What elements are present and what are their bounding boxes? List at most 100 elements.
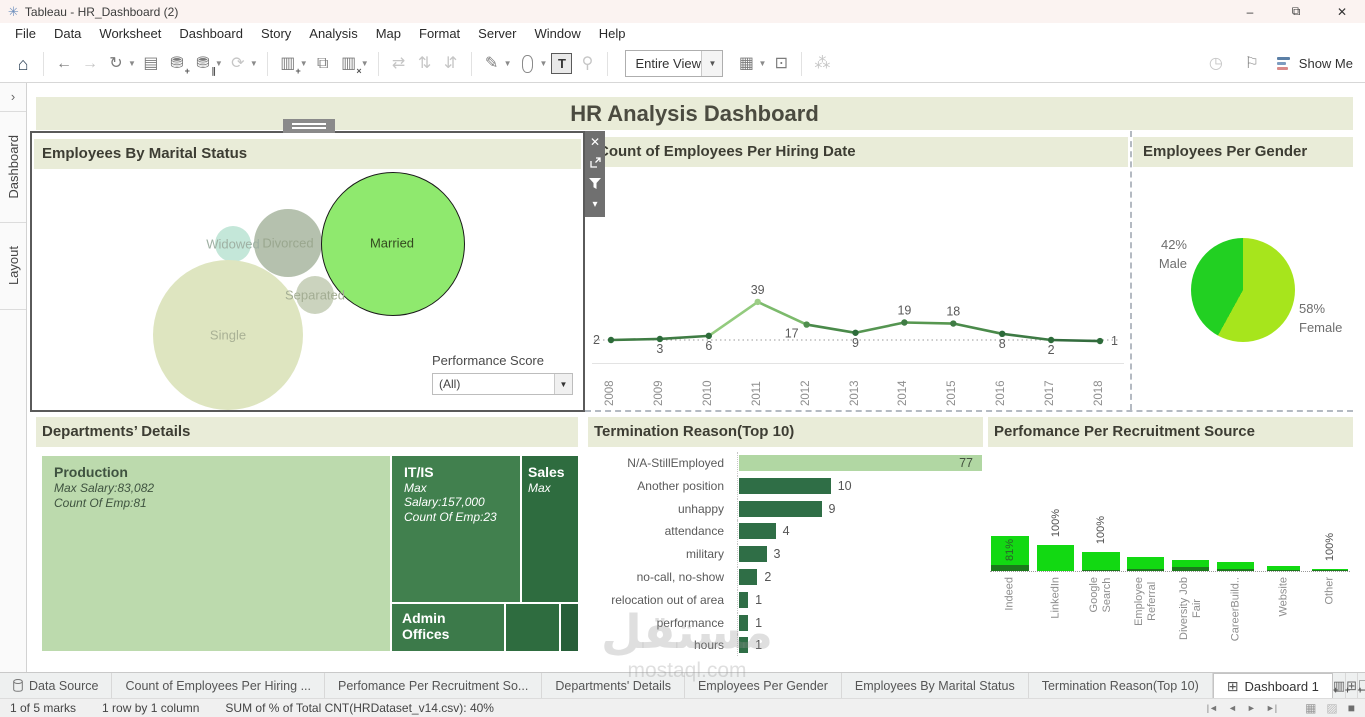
menu-item-server[interactable]: Server (469, 23, 525, 45)
sheet-tab-perfomance-per-recruitment-so[interactable]: Perfomance Per Recruitment So... (325, 673, 542, 698)
restore-button[interactable]: ⧉ (1273, 0, 1319, 23)
data-point-2014[interactable] (901, 319, 907, 325)
sheet-tab-departments-details[interactable]: Departments' Details (542, 673, 685, 698)
bar-diversity-job-fair[interactable] (1172, 560, 1209, 571)
home-button[interactable]: ⌂ (12, 53, 34, 75)
tooltip-flag-icon[interactable]: ⚐ (1241, 53, 1263, 75)
page-nav-button[interactable]: ► (1247, 703, 1256, 713)
chevron-down-icon[interactable]: ▼ (554, 374, 572, 394)
menu-item-format[interactable]: Format (410, 23, 469, 45)
line-segment[interactable] (953, 324, 1002, 334)
close-button[interactable]: ✕ (1319, 0, 1365, 23)
sheet-tab-employees-per-gender[interactable]: Employees Per Gender (685, 673, 842, 698)
show-me-button[interactable]: Show Me (1277, 56, 1353, 71)
sheet-tab-data-source[interactable]: Data Source (0, 673, 112, 698)
back-arrow-button[interactable]: ← (53, 53, 75, 75)
line-segment[interactable] (709, 302, 758, 336)
view-mode-icon[interactable]: ■ (1348, 701, 1355, 715)
show-marks-button[interactable]: ▦▼ (735, 53, 766, 75)
treemap-cell-item[interactable] (561, 604, 578, 651)
show-mark-labels-button[interactable]: T (551, 53, 572, 74)
data-point-2018[interactable] (1097, 338, 1103, 344)
minimize-button[interactable]: – (1227, 0, 1273, 23)
pie-chart[interactable] (1191, 238, 1295, 342)
chevron-down-icon[interactable]: ▼ (701, 51, 722, 76)
chevron-down-icon[interactable]: ▼ (128, 59, 136, 68)
view-mode-icon[interactable]: ▨ (1326, 701, 1337, 715)
chevron-down-icon[interactable]: ▼ (215, 59, 223, 68)
bar-employee-referral[interactable] (1127, 557, 1164, 571)
paperclip-button[interactable]: ▼ (516, 55, 548, 73)
line-segment[interactable] (611, 339, 660, 340)
chevron-down-icon[interactable]: ▼ (250, 59, 258, 68)
line-segment[interactable] (856, 322, 905, 332)
pause-auto-updates-button[interactable]: ⛃∥▼ (192, 53, 223, 75)
save-button[interactable]: ▤ (140, 53, 162, 75)
new-worksheet-button[interactable]: ▥+▼ (277, 53, 308, 75)
presentation-mode-button[interactable]: ⊡ (770, 53, 792, 75)
chevron-down-icon[interactable]: ▼ (504, 59, 512, 68)
use-as-filter-button[interactable] (585, 173, 605, 194)
sheet-tab-termination-reason-top-10[interactable]: Termination Reason(Top 10) (1029, 673, 1213, 698)
bar-attendance[interactable] (739, 523, 776, 539)
line-segment[interactable] (1002, 334, 1051, 340)
sheet-tab-count-of-employees-per-hiring[interactable]: Count of Employees Per Hiring ... (112, 673, 325, 698)
treemap-cell-sales[interactable]: SalesMax (522, 456, 578, 602)
treemap-cell-item[interactable] (506, 604, 559, 651)
bar-other[interactable] (1312, 569, 1348, 571)
filter-dropdown[interactable]: (All) ▼ (432, 373, 573, 395)
bar-unhappy[interactable] (739, 501, 822, 517)
bar-website[interactable] (1267, 566, 1300, 571)
duplicate-sheet-button[interactable]: ⧉ (312, 53, 334, 75)
go-to-sheet-button[interactable] (585, 152, 605, 173)
sheet-tab-dashboard-1[interactable]: ⊞Dashboard 1 (1213, 673, 1333, 698)
sheet-tab-employees-by-marital-status[interactable]: Employees By Marital Status (842, 673, 1029, 698)
line-segment[interactable] (1051, 340, 1100, 341)
menu-item-dashboard[interactable]: Dashboard (170, 23, 252, 45)
panel-drag-handle[interactable] (283, 119, 335, 133)
data-point-2015[interactable] (950, 320, 956, 326)
line-segment[interactable] (758, 302, 807, 325)
bar-another-position[interactable] (739, 478, 831, 494)
page-nav-button[interactable]: |◄ (1207, 703, 1218, 713)
menu-item-help[interactable]: Help (590, 23, 635, 45)
bar-linkedin[interactable] (1037, 545, 1074, 571)
bar-relocation-out-of-area[interactable] (739, 592, 748, 608)
chevron-down-icon[interactable]: ▼ (540, 59, 548, 68)
chevron-down-icon[interactable]: ▼ (758, 59, 766, 68)
view-mode-icon[interactable]: ▦ (1305, 701, 1316, 715)
new-dashboard-button[interactable]: ⊞+ (1346, 673, 1358, 698)
bar-performance[interactable] (739, 615, 748, 631)
sidebar-tab-dashboard[interactable]: Dashboard (0, 112, 26, 222)
highlight-pen-button[interactable]: ✎▼ (481, 53, 512, 75)
treemap-cell-admin-offices[interactable]: Admin Offices (392, 604, 504, 651)
close-button[interactable]: ✕ (585, 131, 605, 152)
data-point-2008[interactable] (608, 337, 614, 343)
menu-item-story[interactable]: Story (252, 23, 300, 45)
bar-careerbuild[interactable] (1217, 562, 1254, 571)
fit-selector[interactable]: Entire View ▼ (625, 50, 723, 77)
menu-item-window[interactable]: Window (525, 23, 589, 45)
sidebar-tab-layout[interactable]: Layout (0, 223, 26, 309)
treemap-cell-it-is[interactable]: IT/ISMax Salary:157,000Count Of Emp:23 (392, 456, 520, 602)
line-segment[interactable] (660, 336, 709, 339)
sidebar-expand-chevron-icon[interactable]: › (0, 83, 26, 111)
more-options-button[interactable]: ▾ (585, 194, 605, 215)
bar-google-search[interactable] (1082, 552, 1120, 571)
page-nav-button[interactable]: ►| (1266, 703, 1277, 713)
new-story-button[interactable]: ❏+ (1358, 673, 1365, 698)
menu-item-map[interactable]: Map (367, 23, 410, 45)
bar-hours[interactable] (739, 637, 748, 653)
line-segment[interactable] (904, 322, 953, 323)
bar-no-call-no-show[interactable] (739, 569, 757, 585)
page-nav-button[interactable]: ◄ (1228, 703, 1237, 713)
menu-item-worksheet[interactable]: Worksheet (90, 23, 170, 45)
chevron-down-icon[interactable]: ▼ (300, 59, 308, 68)
bar-military[interactable] (739, 546, 767, 562)
bar-n-a-stillemployed[interactable] (739, 455, 982, 471)
new-data-source-button[interactable]: ⛃+ (166, 53, 188, 75)
treemap-cell-production[interactable]: ProductionMax Salary:83,082Count Of Emp:… (42, 456, 390, 651)
clear-sheet-button[interactable]: ▥×▼ (338, 53, 369, 75)
data-point-2011[interactable] (755, 299, 761, 305)
menu-item-file[interactable]: File (6, 23, 45, 45)
